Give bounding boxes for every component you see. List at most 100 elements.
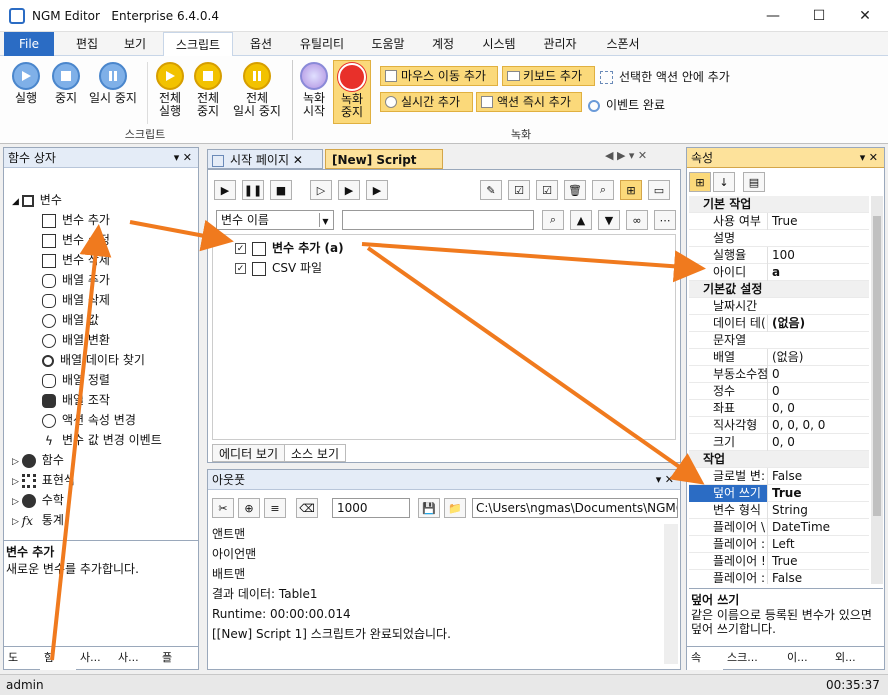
pause-all-button[interactable]: 전체 일시 중지 xyxy=(226,62,288,118)
panel-controls-icon[interactable]: ▾ ✕ xyxy=(656,470,680,490)
stop-all-button[interactable]: 전체 중지 xyxy=(188,62,228,118)
panel-controls-icon[interactable]: ▾ ✕ xyxy=(860,148,884,168)
property-section[interactable]: 기본값 설정 xyxy=(689,281,869,298)
maximize-button[interactable]: ☐ xyxy=(796,0,842,32)
save-icon[interactable]: 💾 xyxy=(418,498,440,518)
property-row[interactable]: 설명 xyxy=(689,230,869,247)
bottom-tab-functions[interactable]: 함 xyxy=(40,647,76,670)
menu-edit[interactable]: 편집 xyxy=(64,32,110,56)
tab-editor-view[interactable]: 에디터 보기 xyxy=(212,444,286,462)
record-start-button[interactable]: 녹화 시작 xyxy=(297,62,331,118)
tree-item[interactable]: 배열 값 xyxy=(12,310,198,330)
property-row[interactable]: 데이터 테((없음) xyxy=(689,315,869,332)
tree-item[interactable]: 배열 변환 xyxy=(12,330,198,350)
tree-item[interactable]: 변수 삭제 xyxy=(12,250,198,270)
property-value[interactable]: 0 xyxy=(767,383,867,400)
tree-item[interactable]: 배열 정렬 xyxy=(12,370,198,390)
bottom-tab-script[interactable]: 스크... xyxy=(723,647,783,670)
property-row[interactable]: 실행율 100 xyxy=(689,247,869,264)
tab-controls-icon[interactable]: ◀ ▶ ▾ ✕ xyxy=(605,149,647,162)
more-icon[interactable]: ⋯ xyxy=(654,210,676,230)
tree-root-variables[interactable]: ◢ 변수 xyxy=(12,190,198,210)
menu-sponsor[interactable]: 스폰서 xyxy=(598,32,648,56)
property-value[interactable]: 0, 0 xyxy=(767,400,867,417)
checkbox[interactable]: ✓ xyxy=(235,263,246,274)
tree-group-expressions[interactable]: ▷ 표현식 xyxy=(12,470,198,490)
tree-view-icon[interactable]: ⊞ xyxy=(620,180,642,200)
step-icon[interactable]: ▷ xyxy=(310,180,332,200)
realtime-add-button[interactable]: 실시간 추가 xyxy=(380,92,473,112)
property-pages-icon[interactable]: ▤ xyxy=(743,172,765,192)
stop-icon[interactable]: ■ xyxy=(270,180,292,200)
property-row[interactable]: 플레이어 \ DateTime xyxy=(689,519,869,536)
scrollbar-thumb[interactable] xyxy=(873,216,881,516)
add-inside-action-button[interactable]: 선택한 액션 안에 추가 xyxy=(600,68,730,85)
property-value[interactable]: String xyxy=(767,502,867,519)
menu-view[interactable]: 보기 xyxy=(112,32,158,56)
property-value[interactable]: True xyxy=(767,485,867,502)
run-all-button[interactable]: 전체 실행 xyxy=(150,62,190,118)
new-log-icon[interactable]: ⊕ xyxy=(238,498,260,518)
minimize-button[interactable]: — xyxy=(750,0,796,32)
eraser-icon[interactable]: ⌫ xyxy=(296,498,318,518)
property-row[interactable]: 배열 (없음) xyxy=(689,349,869,366)
arrow-up-icon[interactable]: ▲ xyxy=(570,210,592,230)
property-value[interactable]: (없음) xyxy=(767,315,867,332)
variable-name-select[interactable]: 변수 이름 ▼ xyxy=(216,210,334,230)
property-row[interactable]: 글로벌 변: False xyxy=(689,468,869,485)
bottom-tab[interactable]: 사... xyxy=(114,647,158,670)
instant-add-button[interactable]: 액션 즉시 추가 xyxy=(476,92,582,112)
property-value[interactable]: Left xyxy=(767,536,867,553)
output-scrollbar[interactable] xyxy=(664,524,678,664)
property-scrollbar[interactable] xyxy=(871,196,883,584)
property-row[interactable]: 날짜시간 xyxy=(689,298,869,315)
tree-group-math[interactable]: ▷ 수학 xyxy=(12,490,198,510)
infinity-icon[interactable]: ∞ xyxy=(626,210,648,230)
search-input[interactable] xyxy=(342,210,534,230)
property-row[interactable]: 부동소수점 0 xyxy=(689,366,869,383)
tree-group-functions[interactable]: ▷ 함수 xyxy=(12,450,198,470)
property-value[interactable]: 0, 0, 0, 0 xyxy=(767,417,867,434)
tree-item[interactable]: 배열 데이타 찾기 xyxy=(12,350,198,370)
property-row[interactable]: 플레이어 : False xyxy=(689,570,869,584)
tree-item[interactable]: 변수 수정 xyxy=(12,230,198,250)
property-row[interactable]: 문자열 xyxy=(689,332,869,349)
menu-system[interactable]: 시스템 xyxy=(474,32,524,56)
run-selected-icon[interactable]: ▶ xyxy=(338,180,360,200)
pause-button[interactable]: 일시 중지 xyxy=(86,62,140,105)
property-row[interactable]: 덮어 쓰기 True xyxy=(689,485,869,502)
tree-item[interactable]: 액션 속성 변경 xyxy=(12,410,198,430)
arrow-down-icon[interactable]: ▼ xyxy=(598,210,620,230)
edit-icon[interactable]: ✎ xyxy=(480,180,502,200)
add-keyboard-button[interactable]: 키보드 추가 xyxy=(502,66,595,86)
property-value[interactable]: DateTime xyxy=(767,519,867,536)
event-done-button[interactable]: 이벤트 완료 xyxy=(588,96,665,113)
run-from-icon[interactable]: ▶ xyxy=(366,180,388,200)
categorized-icon[interactable]: ⊞ xyxy=(689,172,711,192)
tree-item[interactable]: 변수 추가 xyxy=(12,210,198,230)
menu-script[interactable]: 스크립트 xyxy=(163,32,233,56)
property-row[interactable]: 플레이어 ! True xyxy=(689,553,869,570)
property-value[interactable]: 100 xyxy=(767,247,867,264)
stop-button[interactable]: 중지 xyxy=(46,62,86,105)
property-row[interactable]: 크기 0, 0 xyxy=(689,434,869,451)
property-row[interactable]: 변수 형식 String xyxy=(689,502,869,519)
tree-item[interactable]: 배열 추가 xyxy=(12,270,198,290)
property-row[interactable]: 직사각형 0, 0, 0, 0 xyxy=(689,417,869,434)
property-row[interactable]: 아이디 a xyxy=(689,264,869,281)
menu-file[interactable]: File xyxy=(4,32,54,56)
property-section[interactable]: 기본 작업 xyxy=(689,196,869,213)
action-row-add-variable[interactable]: ✓ 변수 추가 (a) xyxy=(235,239,344,256)
property-value[interactable]: False xyxy=(767,570,867,584)
tree-group-statistics[interactable]: ▷ fx 통계 xyxy=(12,510,198,530)
action-row-csv[interactable]: ✓ CSV 파일 xyxy=(235,259,322,276)
property-value[interactable]: True xyxy=(767,553,867,570)
record-stop-button[interactable]: 녹화 중지 xyxy=(333,60,371,124)
bottom-tab-properties[interactable]: 속 xyxy=(687,647,723,670)
sort-az-icon[interactable]: ↓ xyxy=(713,172,735,192)
property-row[interactable]: 좌표 0, 0 xyxy=(689,400,869,417)
clean-icon[interactable]: ✂ xyxy=(212,498,234,518)
tab-start-page[interactable]: 시작 페이지 ✕ xyxy=(207,149,323,169)
property-value[interactable]: 0 xyxy=(767,366,867,383)
menu-help[interactable]: 도움말 xyxy=(362,32,414,56)
